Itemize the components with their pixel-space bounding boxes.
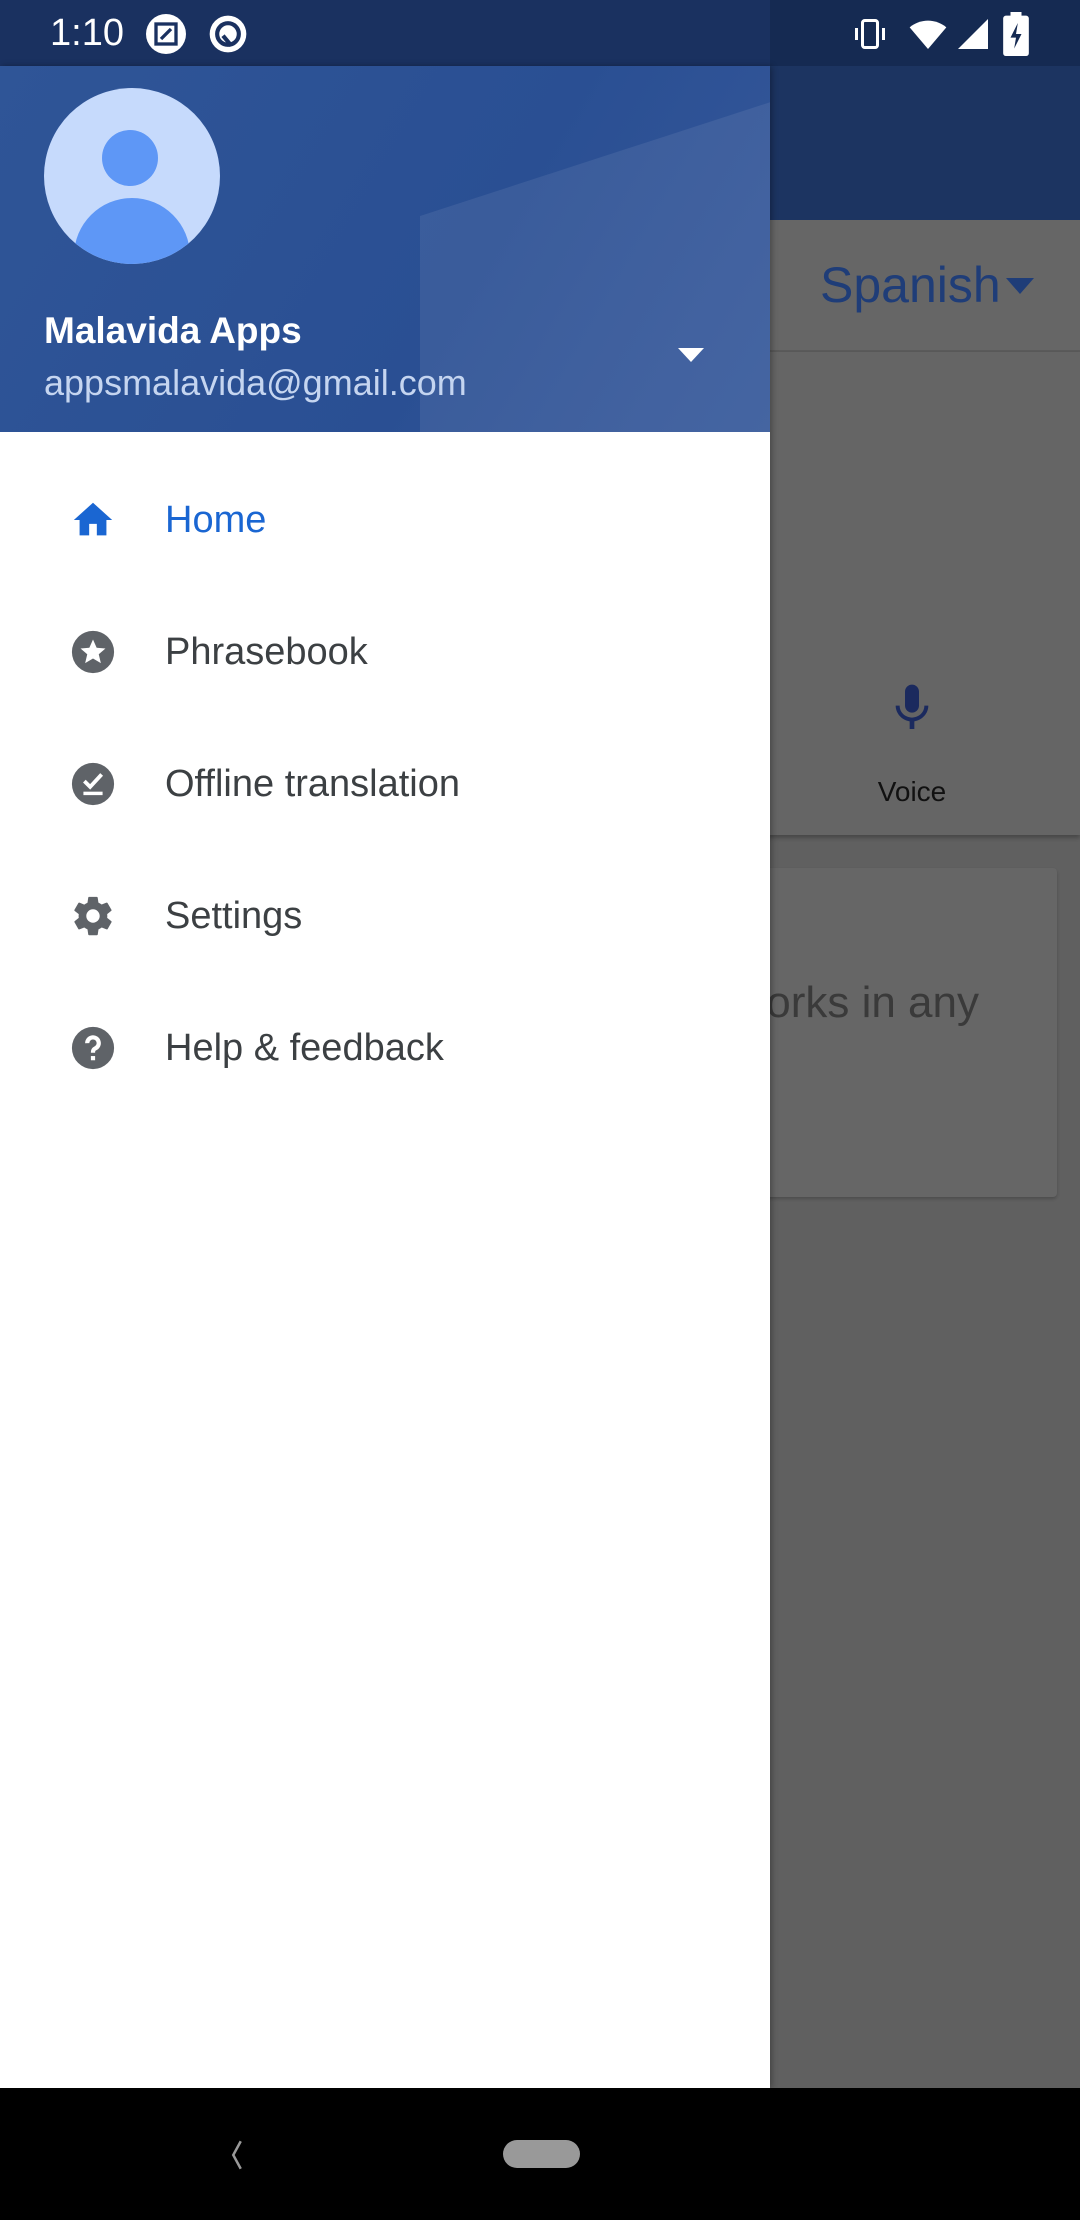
home-gesture-pill[interactable] [503, 2140, 580, 2168]
battery-charging-icon [1003, 12, 1029, 56]
home-icon [73, 502, 113, 536]
language-dropdown-icon [1006, 278, 1034, 294]
drawer-item-offline-translation[interactable]: Offline translation [0, 718, 770, 850]
header-decoration [420, 86, 770, 432]
signal-icon [958, 19, 988, 49]
info-card-text: works in any [734, 978, 979, 1027]
drawer-account-header[interactable]: Malavida Apps appsmalavida@gmail.com [0, 66, 770, 432]
account-switcher-dropdown-icon[interactable] [678, 348, 704, 362]
drawer-item-label: Phrasebook [165, 630, 368, 673]
avatar-head-shape [102, 130, 158, 186]
wifi-icon [909, 20, 947, 49]
drawer-item-settings[interactable]: Settings [0, 850, 770, 982]
back-icon[interactable] [222, 2140, 252, 2170]
avatar[interactable] [44, 88, 220, 264]
drawer-item-label: Home [165, 498, 267, 541]
account-name: Malavida Apps [44, 310, 302, 351]
drawer-item-help-feedback[interactable]: Help & feedback [0, 982, 770, 1114]
drawer-item-label: Help & feedback [165, 1026, 444, 1069]
drawer-item-home[interactable]: Home [0, 454, 770, 586]
data-saver-icon [209, 15, 247, 53]
star-icon [71, 630, 115, 674]
drawer-item-label: Offline translation [165, 762, 461, 805]
vibrate-icon [855, 19, 885, 49]
target-language-selector[interactable]: Spanish [820, 256, 1001, 314]
voice-label: Voice [877, 776, 947, 807]
gear-icon [74, 896, 112, 936]
help-icon [71, 1026, 115, 1070]
navigation-drawer: Malavida Apps appsmalavida@gmail.com Hom… [0, 66, 770, 2088]
screenshot-edit-icon [146, 14, 186, 54]
account-email: appsmalavida@gmail.com [44, 362, 467, 403]
offline-check-icon [71, 762, 115, 806]
microphone-icon[interactable] [884, 680, 940, 736]
drawer-item-label: Settings [165, 894, 303, 937]
avatar-body-shape [74, 198, 190, 264]
drawer-item-phrasebook[interactable]: Phrasebook [0, 586, 770, 718]
status-time: 1:10 [50, 12, 124, 54]
